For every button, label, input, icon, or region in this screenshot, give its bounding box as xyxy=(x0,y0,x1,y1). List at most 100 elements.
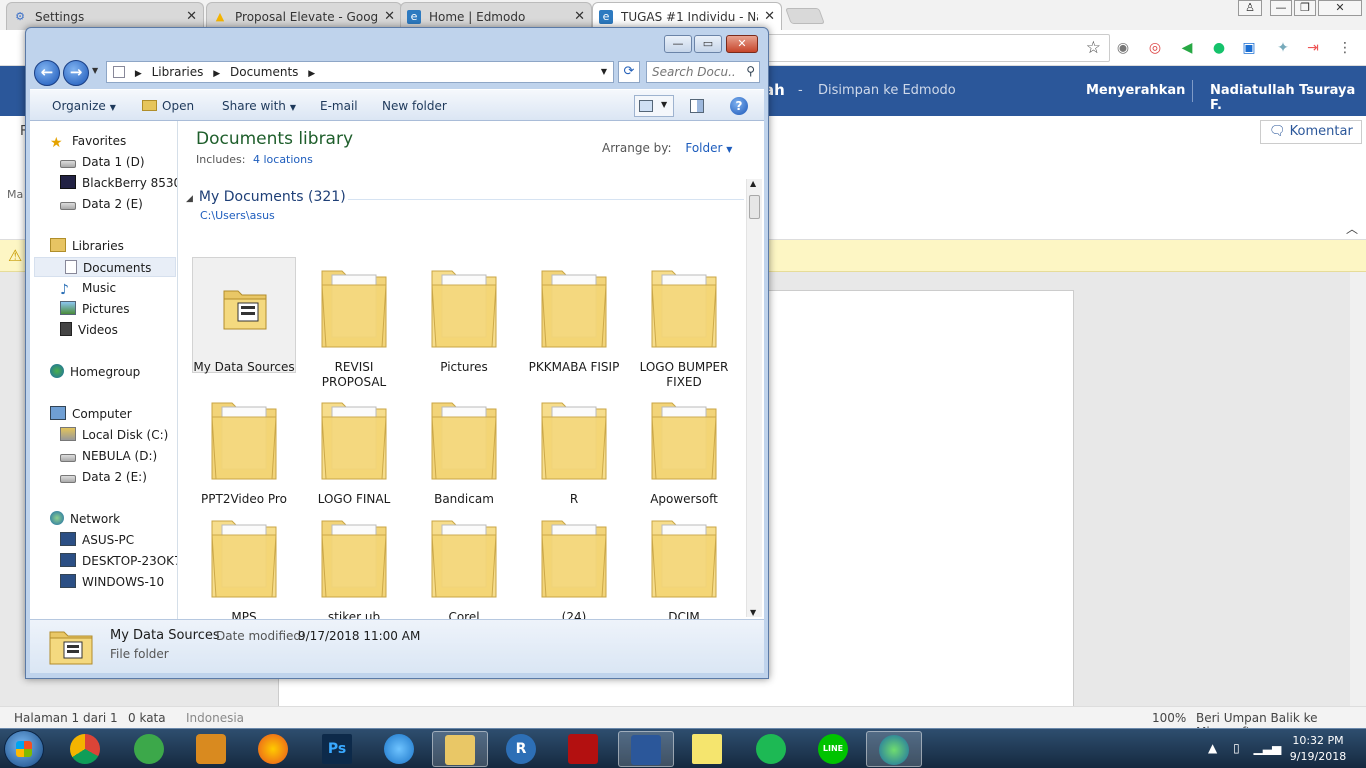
usb-icon[interactable]: ▯ xyxy=(1233,741,1240,755)
explorer-titlebar[interactable]: — ▭ ✕ xyxy=(26,28,768,58)
group-header[interactable]: ◢ My Documents (321) xyxy=(186,189,346,205)
scroll-up-icon[interactable]: ▲ xyxy=(750,179,756,188)
document-scrollbar[interactable] xyxy=(1350,272,1366,706)
nav-item-music[interactable]: ♪ Music xyxy=(60,278,116,298)
nav-item-asus-pc[interactable]: ASUS-PC xyxy=(60,530,134,550)
taskbar-spotify[interactable] xyxy=(744,731,800,767)
back-button[interactable]: ← xyxy=(34,60,60,86)
chrome-menu-icon[interactable]: ⋮ xyxy=(1336,39,1354,57)
folder-item[interactable]: REVISI PROPOSAL xyxy=(302,257,406,390)
taskbar-r[interactable]: R xyxy=(494,731,550,767)
new-tab-button[interactable] xyxy=(785,8,825,24)
taskbar-chrome[interactable] xyxy=(58,731,114,767)
chevron-right-icon[interactable]: ▶ xyxy=(135,69,142,79)
tab-close-icon[interactable]: ✕ xyxy=(186,9,197,24)
close-window-button[interactable]: ✕ xyxy=(1318,0,1362,16)
refresh-button[interactable]: ⟳ xyxy=(618,61,640,83)
folder-item[interactable]: LOGO FINAL xyxy=(302,389,406,507)
folder-item[interactable]: My Data Sources xyxy=(192,257,296,375)
nav-favorites[interactable]: ★ Favorites xyxy=(50,131,126,151)
tab-tugas-individu[interactable]: e TUGAS #1 Individu - Nad ✕ xyxy=(592,2,782,30)
submit-button[interactable]: Menyerahkan xyxy=(1086,83,1185,98)
breadcrumb-documents[interactable]: Documents xyxy=(230,65,298,79)
search-icon[interactable]: ⚲ xyxy=(746,64,755,78)
nav-item-data2[interactable]: Data 2 (E) xyxy=(60,194,143,214)
recent-pages-icon[interactable]: ▼ xyxy=(92,66,98,75)
nav-item-windows10[interactable]: WINDOWS-10 xyxy=(60,572,164,592)
tab-home-edmodo[interactable]: e Home | Edmodo ✕ xyxy=(400,2,592,30)
chevron-right-icon[interactable]: ▶ xyxy=(213,69,220,79)
nav-homegroup[interactable]: Homegroup xyxy=(50,362,140,382)
explorer-close-button[interactable]: ✕ xyxy=(726,35,758,53)
help-icon[interactable]: ? xyxy=(730,97,748,115)
extension-dropbox-icon[interactable]: ✦ xyxy=(1274,39,1292,57)
folder-item[interactable]: Apowersoft xyxy=(632,389,736,507)
new-folder-button[interactable]: New folder xyxy=(382,99,447,113)
tab-close-icon[interactable]: ✕ xyxy=(764,9,775,24)
explorer-minimize-button[interactable]: — xyxy=(664,35,692,53)
search-input[interactable] xyxy=(647,62,735,82)
nav-libraries[interactable]: Libraries xyxy=(50,236,124,256)
collapse-triangle-icon[interactable]: ◢ xyxy=(186,194,193,204)
nav-item-data1[interactable]: Data 1 (D) xyxy=(60,152,145,172)
extension-grammarly-icon[interactable]: ● xyxy=(1210,39,1228,57)
extension-new-icon[interactable]: ▣ xyxy=(1240,39,1258,57)
nav-computer[interactable]: Computer xyxy=(50,404,132,424)
arrange-dropdown[interactable]: Folder ▼ xyxy=(685,141,732,155)
taskbar-sticky-notes[interactable] xyxy=(680,731,736,767)
nav-network[interactable]: Network xyxy=(50,509,120,529)
minimize-button[interactable]: — xyxy=(1270,0,1292,16)
restore-button[interactable]: ❐ xyxy=(1294,0,1316,16)
tab-settings[interactable]: ⚙ Settings ✕ xyxy=(6,2,204,30)
nav-item-pictures[interactable]: Pictures xyxy=(60,299,130,319)
folder-item[interactable]: Corel VideoStudio Pro xyxy=(412,507,516,619)
folder-item[interactable]: (24) Pinterest_files xyxy=(522,507,626,619)
address-dropdown-icon[interactable]: ▼ xyxy=(601,62,607,82)
chevron-down-icon[interactable]: ▼ xyxy=(661,100,667,109)
file-list-scrollbar[interactable]: ▲ ▼ xyxy=(746,179,762,617)
system-clock[interactable]: 10:32 PM 9/19/2018 xyxy=(1278,733,1358,765)
share-with-button[interactable]: Share with ▼ xyxy=(222,99,296,113)
nav-item-data2-e[interactable]: Data 2 (E:) xyxy=(60,467,147,487)
tab-close-icon[interactable]: ✕ xyxy=(384,9,395,24)
preview-pane-icon[interactable] xyxy=(686,95,708,117)
start-button[interactable] xyxy=(4,730,44,768)
taskbar-acrobat[interactable] xyxy=(556,731,612,767)
taskbar-line[interactable]: LINE xyxy=(806,731,862,767)
user-name[interactable]: Nadiatullah Tsuraya F. xyxy=(1210,83,1366,113)
extension-arrow-icon[interactable]: ⇥ xyxy=(1304,39,1322,57)
folder-item[interactable]: DCIM xyxy=(632,507,736,619)
nav-item-nebula-d[interactable]: NEBULA (D:) xyxy=(60,446,157,466)
taskbar-firefox[interactable] xyxy=(246,731,302,767)
email-button[interactable]: E-mail xyxy=(320,99,358,113)
taskbar-camtasia[interactable] xyxy=(122,731,178,767)
taskbar-explorer[interactable] xyxy=(432,731,488,767)
nav-item-videos[interactable]: Videos xyxy=(60,320,118,340)
zoom-level[interactable]: 100% xyxy=(1152,711,1186,725)
extension-record-icon[interactable]: ◎ xyxy=(1146,39,1164,57)
bookmark-star-icon[interactable]: ☆ xyxy=(1086,38,1101,58)
profile-icon[interactable]: ♙ xyxy=(1238,0,1262,16)
open-button[interactable]: Open xyxy=(142,99,194,113)
nav-item-local-disk-c[interactable]: Local Disk (C:) xyxy=(60,425,168,445)
includes-locations-link[interactable]: 4 locations xyxy=(253,153,313,166)
extension-share-icon[interactable]: ◀ xyxy=(1178,39,1196,57)
folder-item[interactable]: stiker ub xyxy=(302,507,406,619)
folder-item[interactable]: PPT2Video Pro xyxy=(192,389,296,507)
tab-close-icon[interactable]: ✕ xyxy=(574,9,585,24)
nav-item-desktop[interactable]: DESKTOP-23OK75 xyxy=(60,551,177,571)
folder-item[interactable]: MPS xyxy=(192,507,296,619)
nav-item-blackberry[interactable]: BlackBerry 8530 xyxy=(60,173,177,193)
show-hidden-icons[interactable]: ▲ xyxy=(1208,741,1217,755)
collapse-ribbon-icon[interactable]: ︿ xyxy=(1346,220,1358,237)
taskbar-word[interactable] xyxy=(618,731,674,767)
folder-item[interactable]: LOGO BUMPER FIXED xyxy=(632,257,736,390)
folder-item[interactable]: Bandicam xyxy=(412,389,516,507)
taskbar-network-app[interactable] xyxy=(866,731,922,767)
scrollbar-thumb[interactable] xyxy=(749,195,760,219)
nav-item-documents[interactable]: Documents xyxy=(34,257,176,277)
folder-item[interactable]: R xyxy=(522,389,626,507)
folder-item[interactable]: PKKMABA FISIP xyxy=(522,257,626,375)
forward-button[interactable]: → xyxy=(63,60,89,86)
taskbar-media[interactable] xyxy=(184,731,240,767)
